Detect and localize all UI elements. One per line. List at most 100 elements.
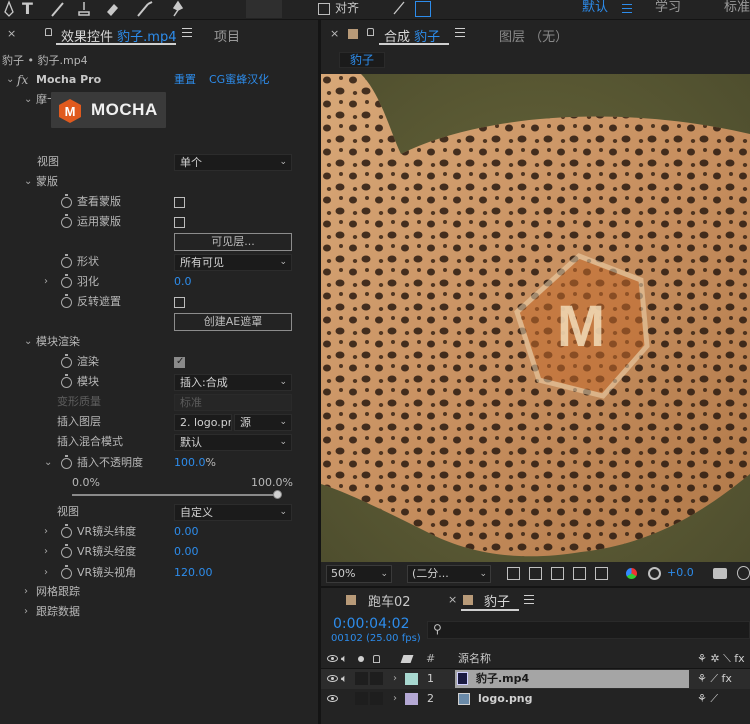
stopwatch-icon[interactable]	[61, 294, 72, 308]
exposure-value[interactable]: +0.0	[667, 566, 694, 579]
close-tab-icon[interactable]: ×	[330, 27, 339, 40]
lock-icon[interactable]	[367, 28, 374, 36]
layer-label-color[interactable]	[405, 673, 418, 685]
feather-value[interactable]: 0.0	[174, 272, 192, 292]
solo-switch[interactable]	[355, 672, 368, 685]
audio-icon[interactable]: 🔈︎	[341, 669, 348, 689]
workspace-learn[interactable]: 学习	[655, 0, 681, 20]
close-tab-icon[interactable]: ×	[7, 27, 16, 40]
region-of-interest-icon[interactable]	[573, 567, 586, 580]
stopwatch-icon[interactable]	[61, 214, 72, 228]
composition-viewer[interactable]: M	[321, 74, 750, 562]
invert-checkbox[interactable]	[174, 297, 185, 308]
layer-row[interactable]: 🔈︎ › 1 豹子.mp4 ⚘ ⟋ fx	[321, 669, 750, 689]
workspace-default[interactable]: 默认	[582, 0, 608, 20]
expand-mesh-tracking-icon[interactable]: ›	[24, 582, 28, 602]
pen-tool-icon[interactable]	[2, 0, 16, 20]
expand-vr-fov-icon[interactable]: ›	[44, 563, 48, 583]
insert-opacity-value[interactable]: 100.0%	[174, 453, 216, 473]
expand-vr-lon-icon[interactable]: ›	[44, 542, 48, 562]
lock-switch[interactable]	[370, 692, 383, 705]
eraser-tool-icon[interactable]	[104, 0, 120, 20]
expand-feather-icon[interactable]: ›	[44, 272, 48, 292]
layer-label-color[interactable]	[405, 693, 418, 705]
snap-options-icon[interactable]	[392, 0, 406, 20]
layer-search-input[interactable]: ⚲	[427, 621, 750, 639]
panel-menu-icon[interactable]	[182, 28, 192, 38]
stopwatch-icon[interactable]	[61, 544, 72, 558]
snap-checkbox[interactable]	[318, 3, 330, 15]
brush-tool-icon[interactable]	[50, 0, 66, 20]
view-dropdown[interactable]: 单个 ⌄	[174, 154, 292, 171]
color-channels-icon[interactable]	[626, 568, 637, 579]
reset-link[interactable]: 重置	[174, 70, 196, 90]
opacity-slider-thumb[interactable]	[273, 490, 282, 499]
fx-badge-icon[interactable]: fx	[17, 70, 28, 90]
layer-row[interactable]: › 2 logo.png ⚘ ⟋	[321, 689, 750, 709]
expand-layer-icon[interactable]: ›	[393, 669, 397, 689]
mask-visibility-icon[interactable]	[551, 567, 564, 580]
stopwatch-icon[interactable]	[61, 374, 72, 388]
layer-tab[interactable]: 图层 （无）	[499, 26, 568, 45]
layer-visibility-icon[interactable]	[327, 695, 338, 702]
opacity-slider-track[interactable]	[72, 494, 278, 496]
composition-breadcrumb[interactable]: 豹子	[339, 52, 386, 68]
source-name-column[interactable]: 源名称	[458, 649, 491, 669]
vr-fov-value[interactable]: 120.00	[174, 563, 213, 583]
layer-switches[interactable]: ⚘ ⟋	[697, 689, 718, 709]
stopwatch-icon[interactable]	[61, 524, 72, 538]
lock-icon[interactable]	[45, 28, 52, 36]
apply-mask-checkbox[interactable]	[174, 217, 185, 228]
puppet-pin-tool-icon[interactable]	[170, 0, 186, 20]
zoom-dropdown[interactable]: 50% ⌄	[326, 565, 392, 583]
workspace-menu-icon[interactable]	[622, 4, 632, 13]
collapse-effect-icon[interactable]: ⌄	[6, 70, 14, 90]
timeline-tab-cheetah[interactable]: 豹子	[484, 591, 510, 610]
insert-layer-dropdown[interactable]: 2. logo.png	[174, 414, 232, 431]
roto-brush-tool-icon[interactable]	[136, 0, 156, 20]
expand-layer-icon[interactable]: ›	[393, 689, 397, 709]
stopwatch-icon[interactable]	[61, 354, 72, 368]
panel-menu-icon[interactable]	[524, 595, 534, 605]
layer-name-highlight[interactable]: 豹子.mp4	[455, 670, 689, 688]
expand-vr-lat-icon[interactable]: ›	[44, 522, 48, 542]
layer-visibility-icon[interactable]	[327, 675, 338, 682]
stopwatch-icon[interactable]	[61, 274, 72, 288]
stopwatch-icon[interactable]	[61, 455, 72, 469]
type-tool-icon[interactable]: T	[22, 0, 33, 20]
insert-layer-source-dropdown[interactable]: 源 ⌄	[234, 414, 292, 431]
close-tab-icon[interactable]: ×	[448, 593, 457, 606]
vr-lat-value[interactable]: 0.00	[174, 522, 199, 542]
collapse-subhead-icon[interactable]: ⌄	[24, 90, 32, 110]
visible-layers-button[interactable]: 可见层...	[174, 233, 292, 251]
resolution-dropdown[interactable]: (二分... ⌄	[407, 565, 491, 583]
show-snapshot-icon[interactable]	[737, 566, 750, 580]
fast-preview-icon[interactable]	[507, 567, 520, 580]
snapshot-icon[interactable]	[713, 568, 727, 579]
view-mask-checkbox[interactable]	[174, 197, 185, 208]
expand-tracking-data-icon[interactable]: ›	[24, 602, 28, 622]
localize-link[interactable]: CG蜜蜂汉化	[209, 70, 269, 90]
workspace-standard[interactable]: 标准	[724, 0, 750, 20]
solo-switch[interactable]	[355, 692, 368, 705]
lock-switch[interactable]	[370, 672, 383, 685]
project-tab[interactable]: 项目	[214, 26, 240, 45]
view2-dropdown[interactable]: 自定义 ⌄	[174, 504, 292, 521]
layer-switches[interactable]: ⚘ ⟋ fx	[697, 669, 732, 689]
render-checkbox[interactable]	[174, 352, 185, 372]
stopwatch-icon[interactable]	[61, 254, 72, 268]
exposure-reset-icon[interactable]	[648, 567, 661, 580]
collapse-module-group-icon[interactable]: ⌄	[24, 332, 32, 352]
panel-menu-icon[interactable]	[455, 28, 465, 38]
grid-guides-icon[interactable]	[595, 567, 608, 580]
vr-lon-value[interactable]: 0.00	[174, 542, 199, 562]
layer-name[interactable]: logo.png	[478, 689, 533, 709]
collapse-mask-group-icon[interactable]: ⌄	[24, 172, 32, 192]
insert-blend-dropdown[interactable]: 默认 ⌄	[174, 434, 292, 451]
clone-stamp-tool-icon[interactable]	[76, 0, 92, 20]
create-ae-mask-button[interactable]: 创建AE遮罩	[174, 313, 292, 331]
snap-target-icon[interactable]	[415, 1, 431, 17]
shape-dropdown[interactable]: 所有可见 ⌄	[174, 254, 292, 271]
collapse-opacity-icon[interactable]: ⌄	[44, 453, 52, 473]
transparency-grid-icon[interactable]	[529, 567, 542, 580]
